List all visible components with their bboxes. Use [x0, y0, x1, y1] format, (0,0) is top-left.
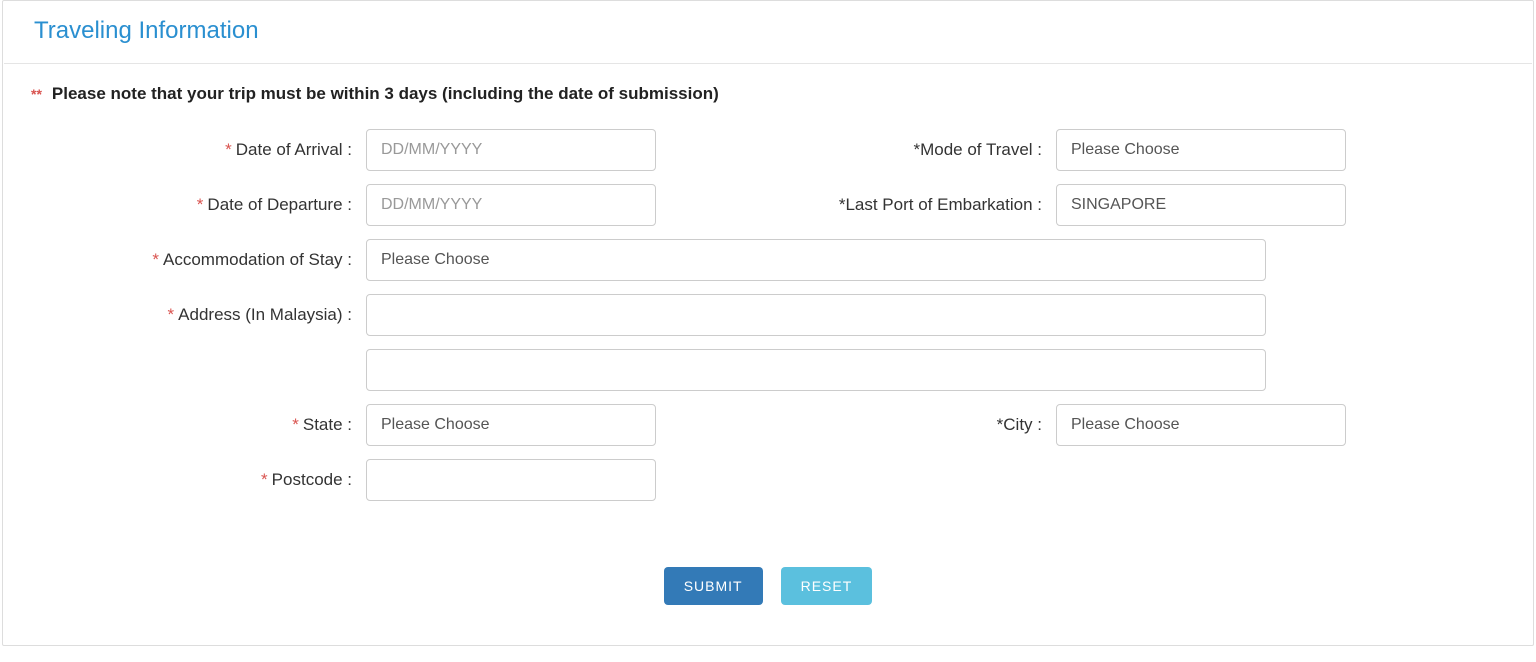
- address-line2-input[interactable]: [366, 349, 1266, 391]
- reset-button[interactable]: RESET: [781, 567, 873, 605]
- address-line1-input[interactable]: [366, 294, 1266, 336]
- traveling-info-panel: Traveling Information ** Please note tha…: [2, 0, 1534, 646]
- city-select[interactable]: Please Choose: [1056, 404, 1346, 446]
- notice-text: Please note that your trip must be withi…: [52, 84, 719, 104]
- form-area: *Date of Arrival : *Mode of Travel : Ple…: [3, 114, 1533, 507]
- label-last-port: *Last Port of Embarkation :: [656, 195, 1056, 215]
- label-postcode: *Postcode :: [31, 470, 366, 490]
- label-mode-of-travel: *Mode of Travel :: [656, 140, 1056, 160]
- last-port-select[interactable]: SINGAPORE: [1056, 184, 1346, 226]
- date-of-departure-input[interactable]: [366, 184, 656, 226]
- label-accommodation: *Accommodation of Stay :: [31, 250, 366, 270]
- postcode-input[interactable]: [366, 459, 656, 501]
- notice-marker: **: [31, 86, 42, 102]
- submit-button[interactable]: SUBMIT: [664, 567, 763, 605]
- label-date-of-departure: *Date of Departure :: [31, 195, 366, 215]
- label-address: *Address (In Malaysia) :: [31, 305, 366, 325]
- button-row: SUBMIT RESET: [3, 567, 1533, 605]
- accommodation-select[interactable]: Please Choose: [366, 239, 1266, 281]
- notice-row: ** Please note that your trip must be wi…: [3, 64, 1533, 114]
- mode-of-travel-select[interactable]: Please Choose: [1056, 129, 1346, 171]
- date-of-arrival-input[interactable]: [366, 129, 656, 171]
- section-title: Traveling Information: [4, 1, 1532, 64]
- label-city: *City :: [656, 415, 1056, 435]
- state-select[interactable]: Please Choose: [366, 404, 656, 446]
- label-state: *State :: [31, 415, 366, 435]
- label-date-of-arrival: *Date of Arrival :: [31, 140, 366, 160]
